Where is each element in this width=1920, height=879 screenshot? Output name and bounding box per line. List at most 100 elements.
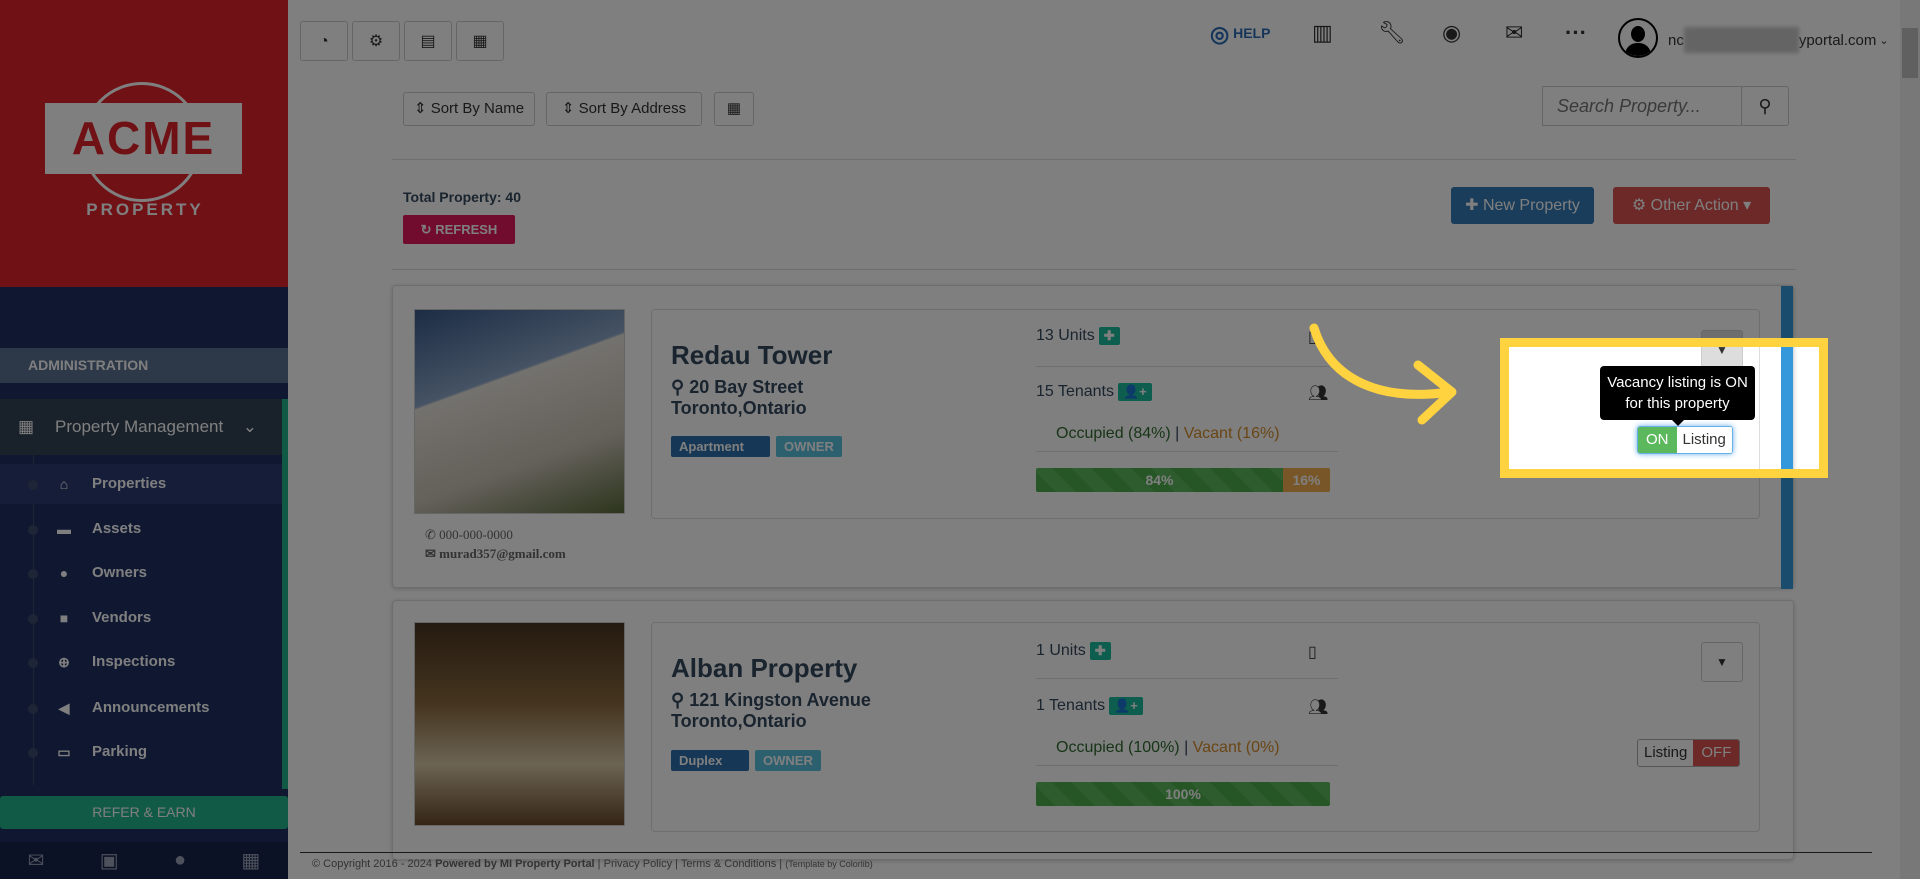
logo[interactable]: ACME PROPERTY <box>0 0 288 287</box>
calendar-button[interactable]: ▤ <box>404 21 452 61</box>
gear-icon: ⚙ <box>1631 197 1647 214</box>
logo-text: ACME <box>45 103 242 174</box>
refresh-icon: ↻ <box>420 222 432 237</box>
refer-earn-button[interactable]: REFER & EARN <box>0 796 288 829</box>
scrollbar[interactable] <box>1900 0 1920 879</box>
sort-by-name-button[interactable]: ⇕ Sort By Name <box>403 92 535 126</box>
user-icon: ● <box>59 565 69 581</box>
listing-state: OFF <box>1693 740 1740 766</box>
property-address: ⚲ 20 Bay Street Toronto,Ontario <box>671 377 807 418</box>
user-icon[interactable]: ● <box>174 849 186 872</box>
settings-button[interactable]: ⚙ <box>352 21 400 61</box>
occupancy-bar: 84% 16% <box>1036 468 1330 492</box>
label: REFRESH <box>435 222 498 237</box>
occupied-text: Occupied (84%) <box>1056 425 1171 442</box>
calculator-button[interactable]: ▦ <box>456 21 504 61</box>
role-badge: OWNER <box>755 750 821 771</box>
divider <box>1036 765 1338 766</box>
wrench-icon[interactable]: 🔧︎ <box>1378 20 1406 46</box>
divider <box>1036 451 1338 452</box>
divider <box>392 269 1796 270</box>
scroll-indicator <box>282 399 288 789</box>
template-credit: (Template by Colorlib) <box>785 859 873 869</box>
scrollbar-thumb[interactable] <box>1902 28 1918 78</box>
sidebar-item-vendors[interactable]: ■ Vendors <box>0 598 282 638</box>
email-end: yportal.com <box>1798 31 1877 49</box>
sidebar-item-inspections[interactable]: ⊕ Inspections <box>0 642 282 682</box>
add-tenant-button[interactable]: 👤+ <box>1109 697 1143 715</box>
label: Other Action <box>1650 197 1739 214</box>
listing-toggle[interactable]: Listing OFF <box>1637 739 1741 767</box>
table-icon: ▦ <box>726 100 742 117</box>
type-badge: Duplex <box>671 750 749 771</box>
listing-label: Listing <box>1676 427 1732 453</box>
grid-view-button[interactable]: ▦ <box>714 92 754 126</box>
sort-by-address-button[interactable]: ⇕ Sort By Address <box>546 92 702 126</box>
refresh-button[interactable]: ↻ REFRESH <box>403 215 515 244</box>
listing-toggle[interactable]: ON Listing <box>1637 426 1733 454</box>
units: 1 Units ✚ <box>1036 642 1111 660</box>
envelope-icon[interactable]: ✉ <box>28 848 45 873</box>
label: Owners <box>92 564 148 581</box>
vacant-text: Vacant (0%) <box>1192 739 1280 756</box>
phone: ✆ 000-000-0000 <box>425 527 513 542</box>
eye-icon[interactable]: ◉ <box>1442 20 1461 46</box>
sidebar-item-assets[interactable]: ▬ Assets <box>0 509 282 549</box>
add-unit-button[interactable]: ✚ <box>1089 642 1111 660</box>
label: Inspections <box>92 653 176 670</box>
add-unit-button[interactable]: ✚ <box>1098 327 1120 345</box>
tenants-text: 1 Tenants <box>1036 697 1106 714</box>
property-name[interactable]: Alban Property <box>671 653 857 684</box>
other-action-button[interactable]: ⚙ Other Action ▾ <box>1613 187 1770 224</box>
search-icon: ⚲ <box>1758 96 1772 116</box>
units: 13 Units ✚ <box>1036 327 1120 345</box>
dashboard-icon: ◔ <box>319 33 329 50</box>
dashboard-button[interactable]: ◔ <box>300 21 348 61</box>
user-menu[interactable]: nc yportal.com ⌄ <box>1668 27 1889 53</box>
more-icon[interactable]: ··· <box>1565 20 1587 46</box>
privacy-link[interactable]: Privacy Policy <box>604 858 672 870</box>
envelope-icon[interactable]: ✉ <box>1505 20 1523 46</box>
label: Vendors <box>92 609 152 626</box>
label: New Property <box>1482 197 1580 214</box>
nav-group-property-management[interactable]: ▦ Property Management ⌄ <box>0 399 282 455</box>
sidebar-item-owners[interactable]: ● Owners <box>0 553 282 593</box>
chevron-down-icon: ⌄ <box>242 417 257 436</box>
role-badge: OWNER <box>776 436 842 457</box>
powered-by-link[interactable]: Powered by MI Property Portal <box>435 858 595 870</box>
divider <box>1036 366 1338 367</box>
chart-icon[interactable]: ▥ <box>1312 20 1333 46</box>
help-label: HELP <box>1233 25 1271 41</box>
calculator-icon[interactable]: ▦ <box>241 848 260 873</box>
property-name[interactable]: Redau Tower <box>671 340 832 371</box>
label: Assets <box>92 520 142 537</box>
search-input[interactable] <box>1542 86 1742 126</box>
label: Announcements <box>92 699 210 716</box>
actions-dropdown[interactable]: ▼ <box>1701 642 1743 682</box>
search-button[interactable]: ⚲ <box>1741 86 1789 126</box>
listing-label: Listing <box>1638 740 1694 766</box>
vacant-text: Vacant (16%) <box>1183 425 1280 442</box>
property-address: ⚲ 121 Kingston Avenue Toronto,Ontario <box>671 690 871 731</box>
help-link[interactable]: ◎ HELP <box>1210 20 1270 47</box>
divider <box>392 159 1796 160</box>
property-image[interactable] <box>414 309 625 514</box>
occupied-bar: 84% <box>1036 468 1283 492</box>
logo-subtext: PROPERTY <box>86 200 204 219</box>
email-start: nc <box>1668 31 1684 49</box>
sidebar-item-properties[interactable]: ⌂ Properties <box>0 464 282 504</box>
copyright: © Copyright 2016 - 2024 <box>312 858 433 870</box>
email: ✉ murad357@gmail.com <box>425 546 566 561</box>
terms-link[interactable]: Terms & Conditions <box>681 858 776 870</box>
new-property-button[interactable]: ✚ New Property <box>1451 187 1594 224</box>
total-property: Total Property: 40 <box>403 189 521 205</box>
nav-group-label: Property Management <box>55 417 224 436</box>
property-image[interactable] <box>414 622 625 826</box>
avatar[interactable] <box>1618 18 1658 58</box>
briefcase-icon[interactable]: ▣ <box>100 848 119 873</box>
occupancy: Occupied (100%) | Vacant (0%) <box>1056 739 1280 756</box>
calendar-icon: ▤ <box>420 33 436 50</box>
add-tenant-button[interactable]: 👤+ <box>1118 383 1152 401</box>
sidebar-item-announcements[interactable]: ◀ Announcements <box>0 688 282 728</box>
sidebar-item-parking[interactable]: ▭ Parking <box>0 732 282 772</box>
